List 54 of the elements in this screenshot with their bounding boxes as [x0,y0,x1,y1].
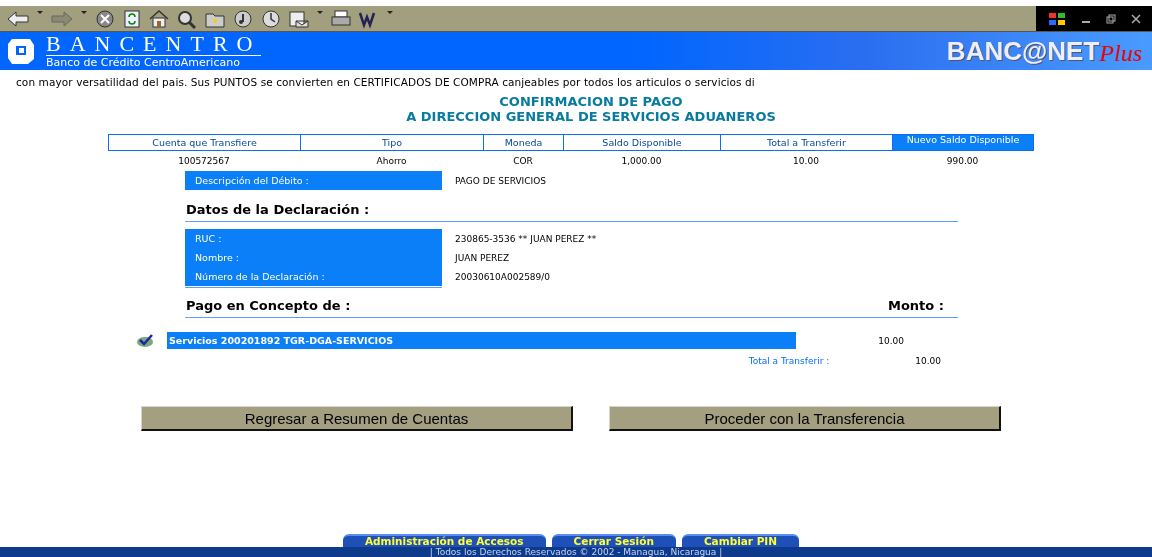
amount-value: 10.00 [877,335,905,346]
table-cell-text: Ahorro [375,155,408,166]
total-label: Total a Transferir : [748,356,831,366]
product-logo: BANC@NET [946,35,1100,67]
footer-tab[interactable]: Cambiar PIN [681,534,800,547]
footer-tab[interactable]: Administración de Accesos [342,534,546,547]
bank-subtitle: Banco de Crédito CentroAmericano [46,56,241,69]
footer-tab[interactable]: Cerrar Sesión [551,534,676,547]
bank-name: BANCENTRO [46,33,262,56]
field-value: 20030610A002589/0 [454,271,551,282]
search-icon[interactable] [176,8,198,29]
action-button[interactable]: Regresar a Resumen de Cuentas [141,406,573,431]
page-title: A DIRECCION GENERAL DE SERVICIOS ADUANEROS [405,109,776,124]
checkmark-icon[interactable] [136,333,154,348]
payment-item: Servicios 200201892 TGR-DGA-SERVICIOS [167,332,796,349]
close-icon[interactable] [1130,13,1141,24]
column-header: Moneda [483,134,564,151]
section-heading: Datos de la Declaración : [185,202,371,217]
field-value: 230865-3536 ** JUAN PEREZ ** [454,233,597,244]
copyright-text: | Todos los Derechos Reservados © 2002 - Managua, Nicaragua | [429,547,723,557]
table-cell-text: 100572567 [177,155,231,166]
field-label: Nombre : [185,248,442,267]
column-header: Tipo [300,134,484,151]
mail-icon[interactable] [288,8,310,29]
amount-heading: Monto : [887,298,944,313]
media-icon[interactable] [232,8,254,29]
bank-logo-icon [6,36,36,66]
stop-icon[interactable] [94,8,116,29]
marquee-text: con mayor versatilidad del pais. Sus PUNTOS se convierten en CERTIFICADOS DE COMPRA canjeables por todos los articulos o servicios di [15,75,756,88]
printer-icon[interactable] [330,8,352,29]
refresh-icon[interactable] [122,8,142,29]
home-icon[interactable] [148,8,170,29]
total-amount: 10.00 [915,356,942,366]
table-cell-text: 10.00 [792,155,820,166]
field-value: JUAN PEREZ [453,252,510,263]
field-label: Número de la Declaración : [185,267,442,286]
restore-icon[interactable] [1105,13,1116,24]
back-arrow-icon[interactable] [6,8,30,29]
column-header: Cuenta que Transfiere [108,134,301,151]
section-heading: Pago en Concepto de : [185,298,351,313]
column-header: Nuevo Saldo Disponible [892,134,1034,151]
history-icon[interactable] [260,8,282,29]
debit-value: PAGO DE SERVICIOS [454,175,546,186]
action-button[interactable]: Proceder con la Transferencia [609,406,1001,431]
product-logo-suffix: Plus [1099,39,1142,67]
field-label: RUC : [185,229,442,248]
table-cell-text: 990.00 [945,155,980,166]
column-header: Saldo Disponible [563,134,721,151]
page-title: CONFIRMACION DE PAGO [498,94,683,109]
debit-label: Descripción del Débito : [185,171,442,190]
windows-flag-icon [1047,11,1066,26]
column-header: Total a Transferir [720,134,893,151]
table-cell-text: 1,000.00 [620,155,663,166]
table-cell-text: COR [512,155,534,166]
